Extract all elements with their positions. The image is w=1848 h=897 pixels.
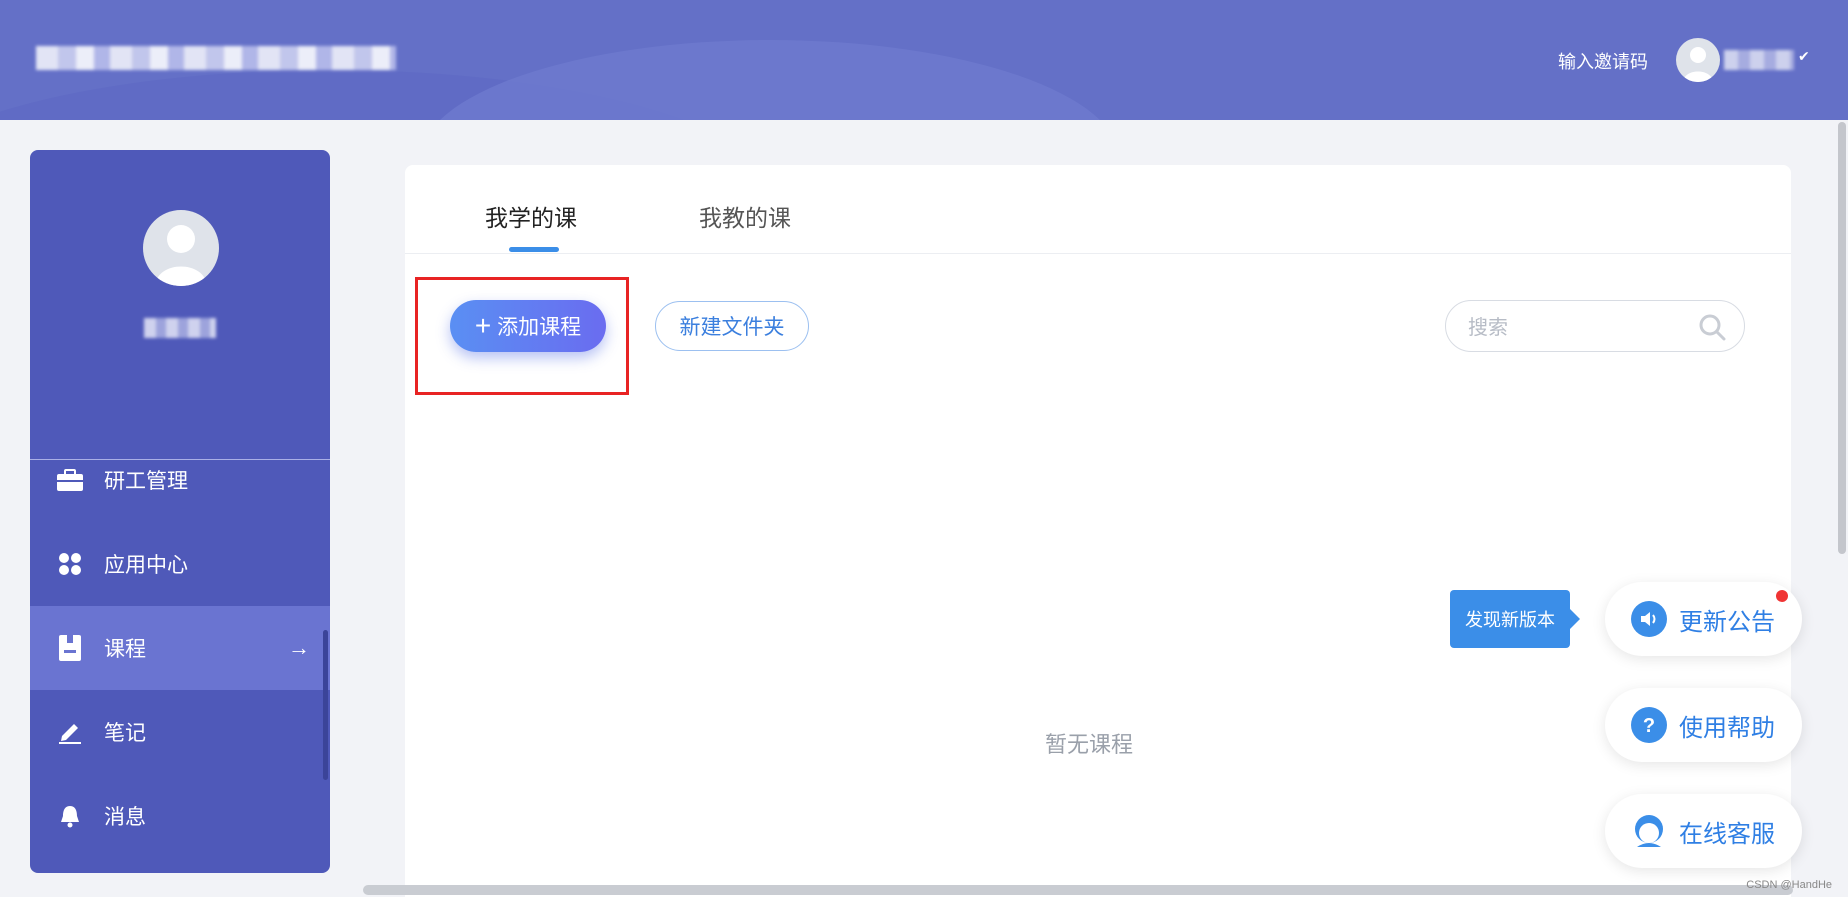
sidebar-avatar[interactable] [143, 210, 219, 286]
help-button[interactable]: ? 使用帮助 [1605, 688, 1802, 762]
plus-icon: + [474, 310, 492, 341]
dropdown-caret-icon[interactable]: ✔ [1798, 48, 1810, 65]
sidebar-item-label: 消息 [104, 806, 146, 829]
online-support-button[interactable]: 在线客服 [1605, 794, 1802, 868]
search-box[interactable] [1445, 300, 1745, 352]
tab-my-teaching-courses[interactable]: 我教的课 [699, 199, 791, 233]
bell-icon [56, 802, 84, 830]
app-grid-icon [56, 550, 84, 578]
sidebar-item-label: 研工管理 [104, 470, 188, 493]
site-title-blurred [36, 46, 396, 70]
sidebar-item-research-management[interactable]: 研工管理 [30, 438, 330, 522]
watermark: CSDN @HandHe [1746, 879, 1832, 891]
help-icon: ? [1631, 707, 1667, 743]
default-avatar-icon [1683, 47, 1713, 82]
support-icon [1635, 815, 1663, 847]
sidebar-user-name-blurred [144, 318, 216, 338]
sidebar: 研工管理 应用中心 课程 → 笔记 消息 [30, 150, 330, 873]
user-name-blurred[interactable] [1724, 50, 1794, 70]
update-notice-label: 更新公告 [1679, 608, 1775, 636]
sidebar-item-app-center[interactable]: 应用中心 [30, 522, 330, 606]
sidebar-scrollbar[interactable] [323, 630, 328, 780]
sidebar-item-label: 课程 [104, 638, 146, 661]
search-icon[interactable] [1698, 313, 1726, 341]
search-input[interactable] [1466, 313, 1690, 343]
help-label: 使用帮助 [1679, 714, 1775, 742]
svg-text:?: ? [1643, 715, 1655, 737]
pen-icon [56, 718, 84, 746]
top-header: 输入邀请码 ✔ [0, 0, 1848, 120]
add-course-button[interactable]: + 添加课程 [450, 300, 606, 352]
sidebar-item-messages[interactable]: 消息 [30, 774, 330, 858]
header-wave-decoration [420, 40, 1120, 120]
user-avatar[interactable] [1676, 38, 1720, 82]
sidebar-item-label: 应用中心 [104, 554, 188, 577]
tab-my-learning-courses[interactable]: 我学的课 [485, 199, 577, 233]
arrow-right-icon: → [288, 635, 310, 660]
main-panel: 我学的课 我教的课 + 添加课程 新建文件夹 暂无课程 [405, 165, 1791, 897]
new-version-tooltip[interactable]: 发现新版本 [1450, 590, 1580, 648]
notification-dot [1776, 590, 1788, 602]
sidebar-item-courses[interactable]: 课程 → [30, 606, 330, 690]
speaker-icon [1631, 601, 1667, 637]
online-support-label: 在线客服 [1679, 820, 1775, 848]
add-course-label: 添加课程 [497, 316, 582, 339]
update-notice-button[interactable]: 更新公告 [1605, 582, 1802, 656]
horizontal-scrollbar[interactable] [363, 885, 1793, 895]
sidebar-item-label: 笔记 [104, 722, 146, 745]
empty-state-text: 暂无课程 [1045, 732, 1134, 757]
course-tabs: 我学的课 我教的课 [405, 165, 1791, 254]
new-folder-button[interactable]: 新建文件夹 [655, 301, 809, 351]
active-tab-indicator [509, 247, 559, 252]
page-scrollbar[interactable] [1838, 122, 1846, 554]
briefcase-icon [56, 466, 84, 494]
invite-code-link[interactable]: 输入邀请码 [1558, 48, 1648, 74]
sidebar-item-notes[interactable]: 笔记 [30, 690, 330, 774]
default-avatar-icon [155, 225, 207, 286]
book-icon [56, 634, 84, 662]
